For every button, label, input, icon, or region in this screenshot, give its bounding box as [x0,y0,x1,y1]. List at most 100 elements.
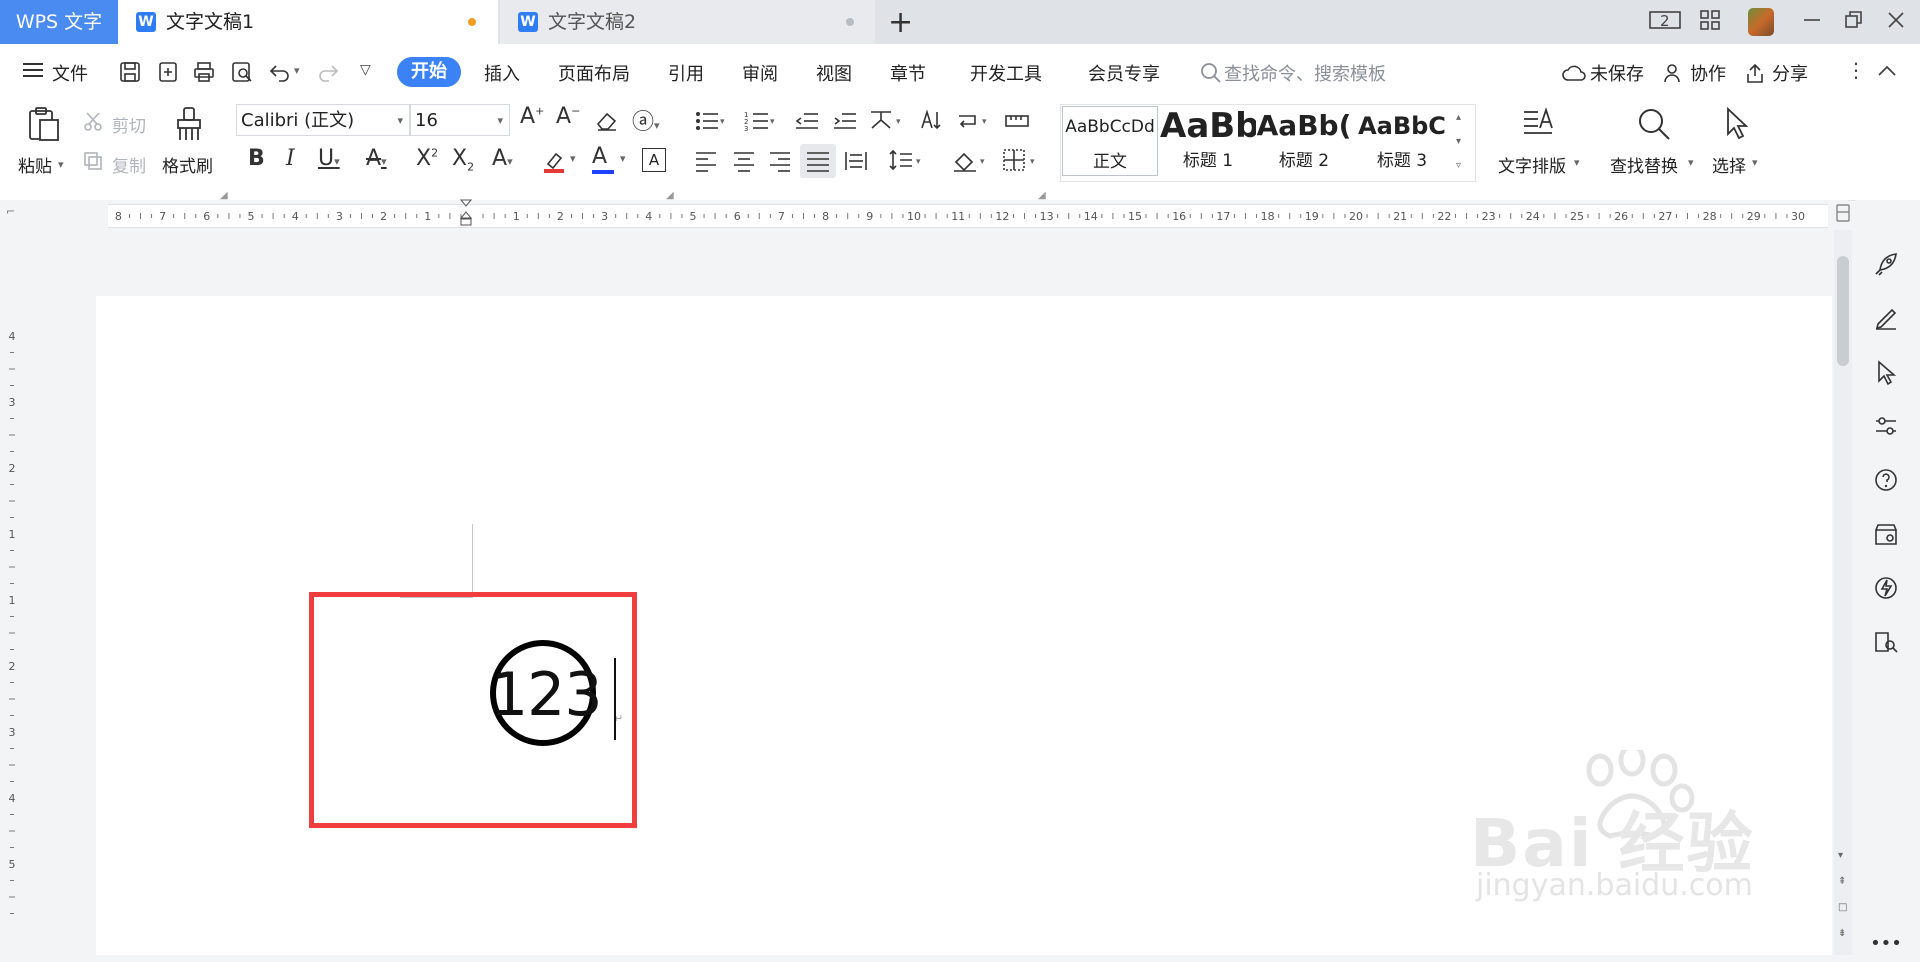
copy-button[interactable]: 复制 [112,152,146,177]
decrease-indent-icon[interactable] [794,110,820,132]
font-size-select[interactable]: 16 ▾ [410,104,510,136]
document-tab-2[interactable]: W 文字文稿2 [500,0,875,44]
phonetic-guide-icon[interactable]: ⓐ▾ [632,104,660,136]
search-command-input[interactable]: 查找命令、搜索模板 [1224,60,1386,86]
bold-icon[interactable]: B [248,146,265,171]
sort-icon[interactable] [918,108,944,132]
book-search-icon[interactable] [1868,624,1904,660]
borders-icon[interactable]: ▾ [1002,148,1042,172]
collapse-ribbon-icon[interactable] [1876,62,1898,78]
grid-view-icon[interactable] [1698,8,1726,36]
text-layout-icon[interactable] [1522,106,1558,142]
help-icon[interactable] [1868,462,1904,498]
format-painter-icon[interactable] [174,106,204,142]
character-border-icon[interactable]: A [642,148,666,172]
unsaved-status[interactable]: 未保存 [1590,60,1644,86]
print-preview-icon[interactable] [230,60,254,84]
highlight-icon[interactable] [542,148,568,174]
table-ruler-icon[interactable] [1004,110,1030,132]
select-browse-object-icon[interactable]: □ [1838,902,1847,913]
chevron-down-icon[interactable]: ▾ [1752,156,1758,169]
avatar[interactable] [1748,8,1774,36]
share-button[interactable]: 分享 [1772,60,1808,86]
underline-icon[interactable]: U▾ [318,146,340,171]
print-icon[interactable] [192,60,216,84]
document-tab-1[interactable]: W 文字文稿1 [118,0,498,44]
align-right-icon[interactable] [768,150,792,172]
enclosed-characters[interactable]: 123 [490,660,610,730]
split-view-icon[interactable] [1836,204,1850,222]
strikethrough-icon[interactable]: A▾ [366,146,387,171]
collaborate-button[interactable]: 协作 [1690,60,1726,86]
text-layout-button[interactable]: 文字排版 [1498,152,1566,177]
undo-icon[interactable] [268,60,292,84]
find-replace-icon[interactable] [1636,106,1672,142]
style-heading-1[interactable]: AaBb 标题 1 [1160,106,1256,176]
chevron-down-icon[interactable]: ▾ [1688,156,1694,169]
chevron-down-icon[interactable]: ▾ [620,152,626,165]
cursor-icon[interactable] [1868,354,1904,390]
tab-developer[interactable]: 开发工具 [970,60,1042,86]
align-left-icon[interactable] [694,150,718,172]
chevron-down-icon[interactable]: ▾ [1574,156,1580,169]
text-effect-icon[interactable]: A▾ [492,146,513,171]
find-replace-button[interactable]: 查找替换 [1610,152,1678,177]
next-page-icon[interactable]: ⇟ [1838,928,1846,939]
tab-chapter[interactable]: 章节 [890,60,926,86]
chinese-layout-icon[interactable]: ▾ [868,108,908,132]
menu-file[interactable]: 文件 [52,60,88,86]
show-hide-marks-icon[interactable]: ▾ [956,108,996,132]
hamburger-icon[interactable] [22,61,44,79]
bullet-list-icon[interactable]: ▾ [694,110,728,132]
app-name-tab[interactable]: WPS 文字 [0,0,118,44]
style-scroll-controls[interactable]: ▴ ▾ ▿ [1456,106,1461,178]
tab-start[interactable]: 开始 [397,57,461,87]
copy-icon[interactable] [82,150,104,172]
export-pdf-icon[interactable] [156,60,180,84]
pen-icon[interactable] [1868,300,1904,336]
chevron-down-icon[interactable]: ▾ [570,152,576,165]
style-heading-3[interactable]: AaBbC 标题 3 [1354,106,1450,176]
distributed-align-icon[interactable] [844,150,868,172]
increase-indent-icon[interactable] [832,110,858,132]
new-tab-button[interactable]: + [888,5,913,40]
paste-icon[interactable] [26,106,62,142]
clear-format-icon[interactable] [594,108,620,132]
tab-references[interactable]: 引用 [668,60,704,86]
decrease-font-icon[interactable]: A− [556,104,580,129]
tab-insert[interactable]: 插入 [484,60,520,86]
lightning-icon[interactable] [1868,570,1904,606]
increase-font-icon[interactable]: A+ [520,104,544,129]
select-button[interactable]: 选择 [1712,152,1746,177]
select-cursor-icon[interactable] [1722,106,1752,142]
restore-icon[interactable] [1842,8,1870,36]
tab-view[interactable]: 视图 [816,60,852,86]
style-normal[interactable]: AaBbCcDd 正文 [1062,106,1158,176]
tab-review[interactable]: 审阅 [742,60,778,86]
close-icon[interactable] [1884,8,1912,36]
italic-icon[interactable]: I [286,146,295,171]
superscript-icon[interactable]: X2 [416,146,438,171]
quick-access-more-icon[interactable]: ▽ [360,62,371,78]
shading-icon[interactable]: ▾ [952,148,992,172]
store-icon[interactable] [1868,516,1904,552]
cut-icon[interactable] [82,110,104,132]
cut-button[interactable]: 剪切 [112,112,146,137]
previous-page-icon[interactable]: ⇞ [1838,876,1846,887]
more-icon[interactable]: ••• [1868,926,1904,962]
save-icon[interactable] [118,60,142,84]
scrollbar-thumb[interactable] [1837,256,1849,366]
redo-icon[interactable] [316,60,340,84]
line-spacing-icon[interactable]: ▾ [888,148,928,172]
tab-stop-icon[interactable]: ⌐ [6,205,15,218]
font-color-icon[interactable]: A [592,144,607,169]
minimize-icon[interactable] [1800,8,1828,36]
more-options-icon[interactable]: ⋮ [1846,58,1866,82]
font-name-select[interactable]: Calibri (正文) ▾ [236,104,410,136]
align-center-icon[interactable] [732,150,756,172]
window-count-button[interactable]: 2 [1648,8,1682,36]
tab-membership[interactable]: 会员专享 [1088,60,1160,86]
subscript-icon[interactable]: X2 [452,146,474,173]
paste-dropdown-icon[interactable]: ▾ [58,158,64,171]
tab-page-layout[interactable]: 页面布局 [558,60,630,86]
